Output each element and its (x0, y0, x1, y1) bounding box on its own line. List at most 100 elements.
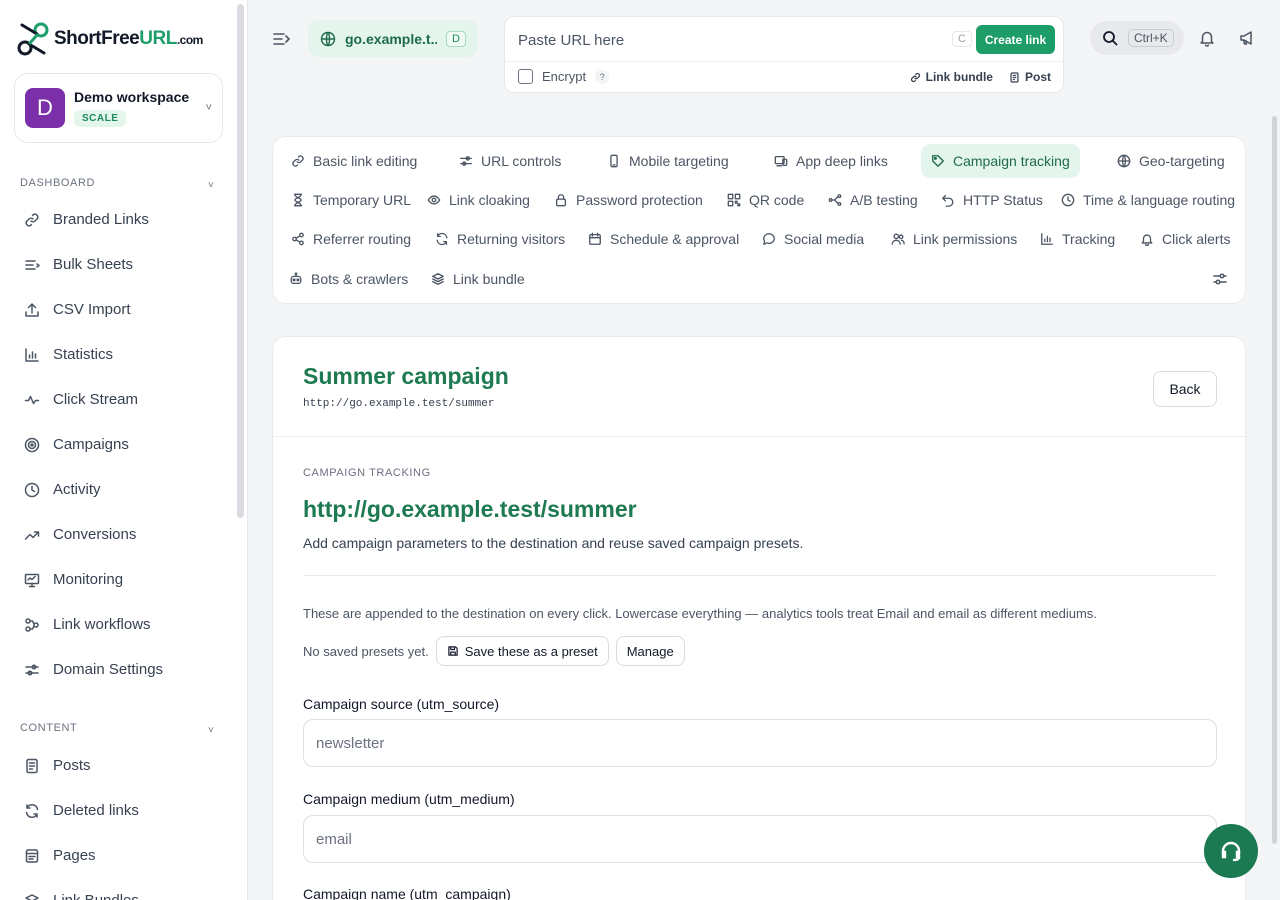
sidebar-item-bulk-sheets[interactable]: Bulk Sheets (0, 242, 236, 287)
sidebar-item-csv-import[interactable]: CSV Import (0, 287, 236, 332)
sidebar-item-pages[interactable]: Pages (0, 833, 236, 878)
tab-qr-code[interactable]: QR code (717, 183, 814, 217)
main-scrollbar[interactable] (1272, 116, 1277, 844)
short-url: http://go.example.test/summer (303, 398, 495, 410)
sidebar-item-posts[interactable]: Posts (0, 743, 236, 788)
support-chat-button[interactable] (1204, 824, 1258, 878)
tab-returning-visitors[interactable]: Returning visitors (425, 222, 575, 256)
megaphone-icon[interactable] (1238, 29, 1256, 47)
sidebar-item-conversions[interactable]: Conversions (0, 512, 236, 557)
utm-source-input[interactable] (303, 719, 1217, 767)
tab-link-permissions[interactable]: Link permissions (881, 222, 1027, 256)
encrypt-checkbox[interactable] (518, 69, 533, 84)
presets-status: No saved presets yet. (303, 643, 429, 659)
tab-schedule-and-approval[interactable]: Schedule & approval (578, 222, 749, 256)
sidebar-item-deleted-links[interactable]: Deleted links (0, 788, 236, 833)
sidebar-item-label: Bulk Sheets (53, 256, 134, 273)
tab-bots-and-crawlers[interactable]: Bots & crawlers (279, 262, 418, 296)
sidebar-item-label: Statistics (53, 346, 114, 363)
workspace-switcher[interactable]: D Demo workspace SCALE ˅ (14, 73, 223, 143)
tab-tracking[interactable]: Tracking (1030, 222, 1125, 256)
headset-icon (1218, 838, 1244, 864)
divider (505, 61, 1063, 62)
search-button[interactable]: Ctrl+K (1090, 21, 1184, 55)
sidebar-scrollbar[interactable] (237, 4, 244, 518)
chevron-down-icon[interactable]: ˅ (208, 180, 214, 191)
tab-label: QR code (749, 192, 805, 208)
plan-badge: SCALE (74, 110, 127, 127)
utm-note: These are appended to the destination on… (303, 606, 1097, 621)
sidebar-item-label: Pages (53, 847, 96, 864)
url-input[interactable] (518, 28, 948, 52)
document-icon (24, 758, 40, 774)
tab-url-controls[interactable]: URL controls (449, 144, 571, 178)
filter-icon[interactable] (1212, 271, 1228, 287)
scissors-icon (16, 21, 50, 57)
sidebar-item-campaigns[interactable]: Campaigns (0, 422, 236, 467)
brand-name-part1: ShortFree (54, 28, 140, 49)
tab-campaign-tracking[interactable]: Campaign tracking (921, 144, 1080, 178)
tab-link-cloaking[interactable]: Link cloaking (417, 183, 540, 217)
tab-basic-link-editing[interactable]: Basic link editing (281, 144, 427, 178)
sidebar-item-monitoring[interactable]: Monitoring (0, 557, 236, 602)
help-icon[interactable]: ? (595, 69, 610, 84)
tab-geo-targeting[interactable]: Geo-targeting (1107, 144, 1235, 178)
trend-icon (24, 527, 40, 543)
back-button[interactable]: Back (1153, 371, 1217, 407)
bell-icon[interactable] (1198, 29, 1216, 47)
sidebar-item-branded-links[interactable]: Branded Links (0, 197, 236, 242)
sliders-icon (24, 662, 40, 678)
save-preset-button[interactable]: Save these as a preset (435, 636, 609, 666)
tab-time-and-language-routing[interactable]: Time & language routing (1051, 183, 1245, 217)
sidebar-item-link-workflows[interactable]: Link workflows (0, 602, 236, 647)
brand-logo[interactable]: ShortFreeURL.com (16, 20, 203, 58)
list-icon (24, 257, 40, 273)
domain-shortcut: D (446, 30, 466, 47)
tab-label: URL controls (481, 153, 562, 169)
link-bundle-option[interactable]: Link bundle (910, 70, 993, 84)
globe-icon (320, 31, 336, 47)
brand-name: ShortFreeURL.com (54, 28, 203, 50)
section-label-dashboard: DASHBOARD (20, 177, 96, 189)
tab-social-media[interactable]: Social media (752, 222, 874, 256)
tab-mobile-targeting[interactable]: Mobile targeting (597, 144, 739, 178)
tab-referrer-routing[interactable]: Referrer routing (281, 222, 421, 256)
sidebar-item-statistics[interactable]: Statistics (0, 332, 236, 377)
tab-http-status[interactable]: HTTP Status (931, 183, 1053, 217)
collapse-sidebar-icon[interactable] (272, 30, 290, 48)
utm-campaign-label: Campaign name (utm_campaign) (303, 886, 511, 900)
chat-icon (762, 232, 776, 246)
share-icon (291, 232, 305, 246)
domain-selector[interactable]: go.example.t... D (308, 20, 478, 57)
sidebar-item-label: Conversions (53, 526, 137, 543)
sidebar-item-click-stream[interactable]: Click Stream (0, 377, 236, 422)
sidebar-item-domain-settings[interactable]: Domain Settings (0, 647, 236, 692)
sliders-icon (459, 154, 473, 168)
manage-presets-button[interactable]: Manage (615, 636, 685, 666)
chevron-down-icon[interactable]: ˅ (208, 725, 214, 736)
tab-password-protection[interactable]: Password protection (544, 183, 713, 217)
utm-medium-label: Campaign medium (utm_medium) (303, 791, 515, 807)
bell-icon (1140, 232, 1154, 246)
tab-label: Returning visitors (457, 231, 566, 247)
workspace-name: Demo workspace (74, 89, 190, 105)
layers-icon (431, 272, 445, 286)
tab-link-bundle[interactable]: Link bundle (421, 262, 535, 296)
tab-app-deep-links[interactable]: App deep links (764, 144, 898, 178)
bar-chart-icon (1040, 232, 1054, 246)
utm-medium-input[interactable] (303, 815, 1217, 863)
tab-a-b-testing[interactable]: A/B testing (818, 183, 928, 217)
page-title: Summer campaign (303, 363, 509, 389)
sidebar-item-link-bundles[interactable]: Link Bundles (0, 878, 236, 900)
post-option[interactable]: Post (1009, 70, 1051, 84)
tab-click-alerts[interactable]: Click alerts (1130, 222, 1240, 256)
tab-temporary-url[interactable]: Temporary URL (281, 183, 421, 217)
sidebar-item-activity[interactable]: Activity (0, 467, 236, 512)
tab-label: Mobile targeting (629, 153, 729, 169)
content-nav: Posts Deleted links Pages Link Bundles (0, 743, 236, 900)
tab-label: Campaign tracking (953, 153, 1070, 169)
domain-name: go.example.t... (345, 30, 438, 47)
create-link-button[interactable]: Create link (976, 25, 1055, 54)
link-options-tabs: Basic link editing URL controls Mobile tar… (272, 136, 1246, 304)
section-description: Add campaign parameters to the destinati… (303, 535, 804, 551)
